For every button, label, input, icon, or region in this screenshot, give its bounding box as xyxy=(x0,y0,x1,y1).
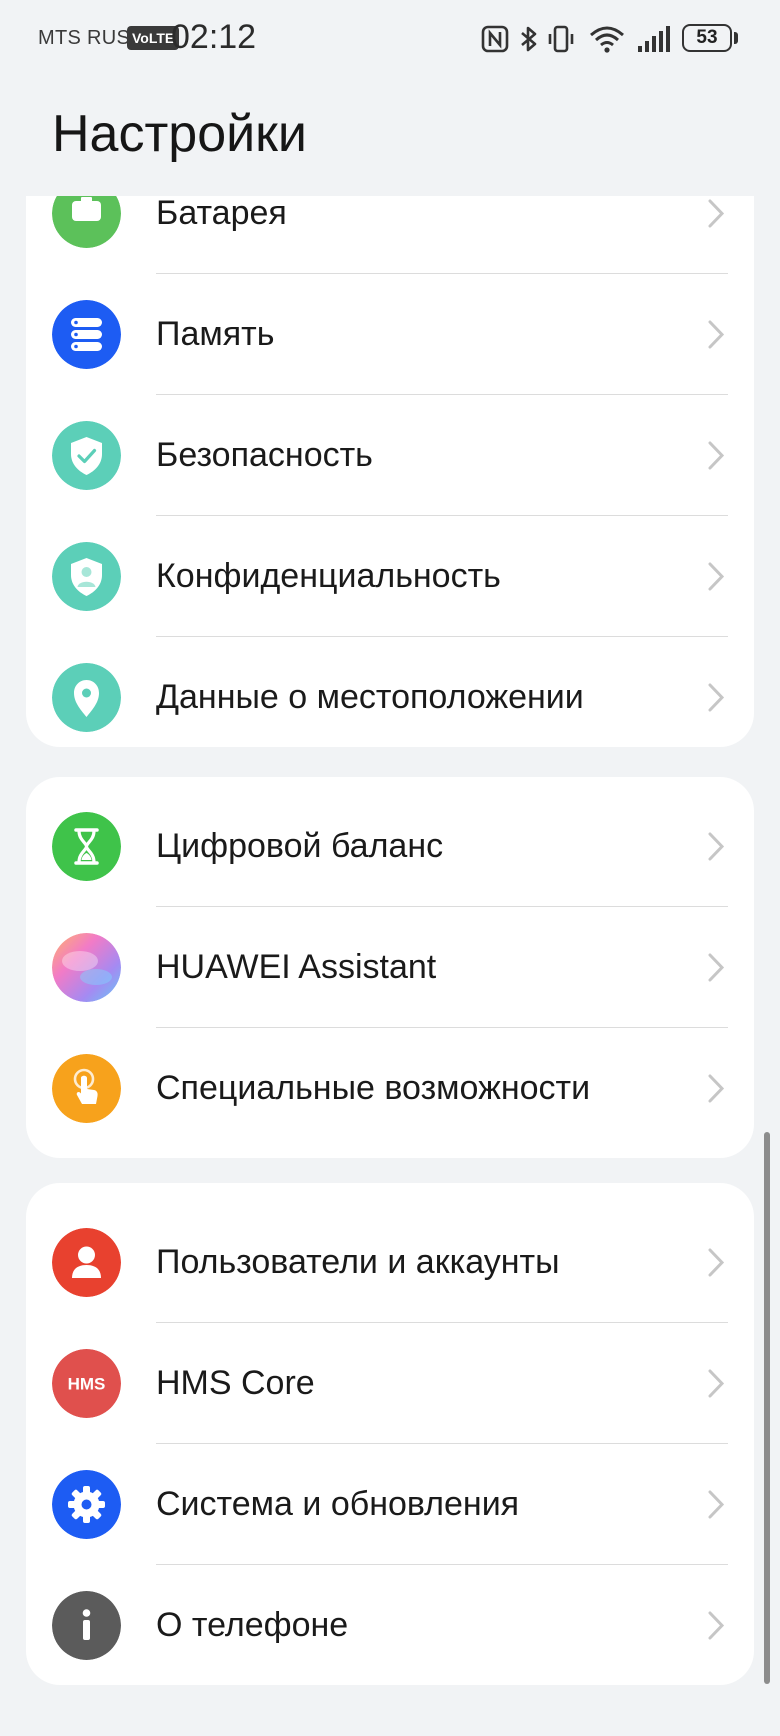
storage-icon xyxy=(52,300,121,369)
hourglass-icon xyxy=(52,812,121,881)
hms-icon: HMS xyxy=(52,1349,121,1418)
settings-item-battery[interactable]: Батарея xyxy=(26,196,754,274)
location-pin-icon xyxy=(52,663,121,732)
settings-item-label: О телефоне xyxy=(156,1606,349,1644)
chevron-right-icon xyxy=(708,953,725,982)
settings-item-accessibility[interactable]: Специальные возможности xyxy=(26,1028,754,1149)
carrier-name: MTS RUS xyxy=(38,27,131,49)
chevron-right-icon xyxy=(708,1490,725,1519)
settings-group-3: Пользователи и аккаунты HMS HMS Core Сис… xyxy=(26,1183,754,1685)
settings-item-label: Безопасность xyxy=(156,436,373,474)
page-title: Настройки xyxy=(52,105,307,163)
settings-item-hms-core[interactable]: HMS HMS Core xyxy=(26,1323,754,1444)
settings-item-label: Цифровой баланс xyxy=(156,827,444,865)
clock: 02:12 xyxy=(171,18,257,56)
bluetooth-icon xyxy=(521,26,537,52)
chevron-right-icon xyxy=(708,199,725,228)
settings-item-label: Система и обновления xyxy=(156,1485,520,1523)
settings-item-location[interactable]: Данные о местоположении xyxy=(26,637,754,758)
chevron-right-icon xyxy=(708,1074,725,1103)
settings-item-label: Память xyxy=(156,315,275,353)
settings-item-privacy[interactable]: Конфиденциальность xyxy=(26,516,754,637)
gear-icon xyxy=(52,1470,121,1539)
settings-item-huawei-assistant[interactable]: HUAWEI Assistant xyxy=(26,907,754,1028)
settings-item-label: Данные о местоположении xyxy=(156,678,584,716)
settings-item-digital-balance[interactable]: Цифровой баланс xyxy=(26,786,754,907)
chevron-right-icon xyxy=(708,441,725,470)
info-icon xyxy=(52,1591,121,1660)
wifi-icon xyxy=(590,26,624,53)
privacy-shield-icon xyxy=(52,542,121,611)
shield-check-icon xyxy=(52,421,121,490)
chevron-right-icon xyxy=(708,320,725,349)
user-icon xyxy=(52,1228,121,1297)
status-bar: MTS RUS VoLTE 02:12 53 xyxy=(0,0,780,78)
settings-group-2: Цифровой баланс HUAWEI Assistant Специал… xyxy=(26,777,754,1158)
settings-list[interactable]: Батарея Память Безопасность Конфиденциал… xyxy=(0,196,780,1736)
settings-item-label: Пользователи и аккаунты xyxy=(156,1243,560,1281)
settings-item-system-updates[interactable]: Система и обновления xyxy=(26,1444,754,1565)
chevron-right-icon xyxy=(708,1611,725,1640)
chevron-right-icon xyxy=(708,1248,725,1277)
settings-item-label: Конфиденциальность xyxy=(156,557,501,595)
signal-icon xyxy=(638,26,670,52)
svg-text:HMS: HMS xyxy=(68,1375,106,1394)
assistant-orb-icon xyxy=(52,933,121,1002)
settings-item-users-accounts[interactable]: Пользователи и аккаунты xyxy=(26,1202,754,1323)
settings-group-1: Батарея Память Безопасность Конфиденциал… xyxy=(26,196,754,747)
settings-item-label: Специальные возможности xyxy=(156,1069,591,1107)
settings-item-about-phone[interactable]: О телефоне xyxy=(26,1565,754,1686)
battery-icon: 53 xyxy=(682,24,732,52)
nfc-icon xyxy=(481,25,509,53)
settings-item-label: HMS Core xyxy=(156,1364,315,1402)
battery-tip xyxy=(734,32,738,44)
battery-icon xyxy=(52,196,121,248)
settings-item-label: HUAWEI Assistant xyxy=(156,948,437,986)
settings-item-storage[interactable]: Память xyxy=(26,274,754,395)
chevron-right-icon xyxy=(708,832,725,861)
chevron-right-icon xyxy=(708,1369,725,1398)
accessibility-hand-icon xyxy=(52,1054,121,1123)
settings-item-label: Батарея xyxy=(156,196,287,232)
vibrate-icon xyxy=(548,25,574,53)
settings-item-security[interactable]: Безопасность xyxy=(26,395,754,516)
chevron-right-icon xyxy=(708,683,725,712)
scrollbar[interactable] xyxy=(764,1132,770,1684)
chevron-right-icon xyxy=(708,562,725,591)
